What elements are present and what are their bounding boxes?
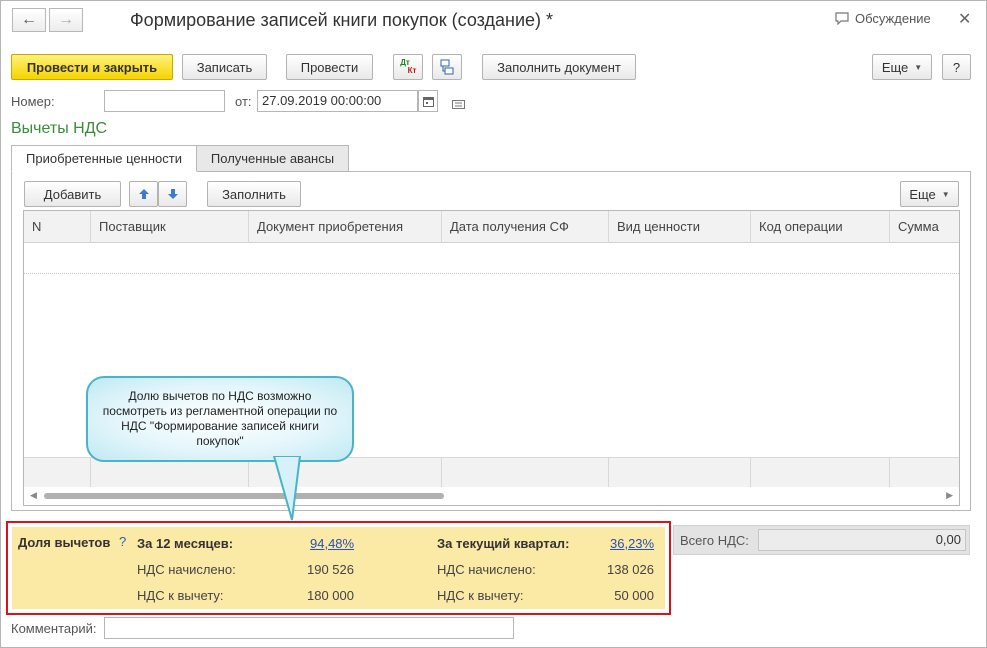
date-input[interactable]: 27.09.2019 00:00:00 bbox=[257, 90, 418, 112]
column-header-value-type[interactable]: Вид ценности bbox=[609, 211, 751, 243]
scroll-left-icon[interactable]: ◀ bbox=[30, 490, 37, 501]
arrow-left-icon: ← bbox=[21, 11, 37, 28]
scrollbar-thumb[interactable] bbox=[44, 493, 444, 499]
calendar-icon bbox=[422, 96, 434, 107]
horizontal-scrollbar[interactable]: ◀ ▶ bbox=[24, 487, 959, 505]
tab-received-advances[interactable]: Полученные авансы bbox=[196, 145, 349, 172]
accrued-12-label: НДС начислено: bbox=[137, 562, 236, 577]
footer-cell bbox=[24, 458, 91, 488]
arrow-right-icon: → bbox=[58, 11, 74, 28]
number-input[interactable] bbox=[104, 90, 225, 112]
tab-purchased-values[interactable]: Приобретенные ценности bbox=[11, 145, 197, 172]
footer-cell bbox=[751, 458, 890, 488]
close-icon: ✕ bbox=[958, 11, 972, 28]
footer-cell bbox=[442, 458, 609, 488]
calendar-button[interactable] bbox=[418, 90, 438, 112]
more-label: Еще bbox=[881, 59, 909, 75]
close-button[interactable]: ✕ bbox=[958, 9, 971, 29]
callout-pointer bbox=[272, 456, 302, 521]
column-header-sum[interactable]: Сумма bbox=[890, 211, 959, 243]
table-header: N Поставщик Документ приобретения Дата п… bbox=[24, 211, 959, 243]
arrow-down-icon bbox=[167, 189, 178, 199]
more-button[interactable]: Еще ▼ bbox=[872, 54, 932, 80]
total-vat-label: Всего НДС: bbox=[680, 533, 749, 548]
add-button[interactable]: Добавить bbox=[24, 181, 121, 207]
deduct-quarter-value: 50 000 bbox=[614, 588, 654, 603]
footer-cell bbox=[91, 458, 249, 488]
chevron-down-icon: ▼ bbox=[914, 62, 923, 72]
number-label: Номер: bbox=[11, 94, 55, 109]
save-button[interactable]: Записать bbox=[182, 54, 267, 80]
dtkt-button[interactable]: Дт Кт bbox=[393, 54, 423, 80]
vat-share-highlight: Доля вычетов ? За 12 месяцев: 94,48% НДС… bbox=[6, 521, 671, 615]
discuss-button[interactable]: Обсуждение bbox=[835, 11, 931, 26]
back-button[interactable]: ← bbox=[12, 8, 46, 32]
comment-input[interactable] bbox=[104, 617, 514, 639]
section-title: Вычеты НДС bbox=[11, 120, 108, 137]
deduct-12-value: 180 000 bbox=[307, 588, 354, 603]
speech-bubble-icon bbox=[835, 12, 849, 25]
arrow-up-icon bbox=[138, 189, 149, 199]
post-button[interactable]: Провести bbox=[286, 54, 373, 80]
quarter-percent-link[interactable]: 36,23% bbox=[610, 536, 654, 551]
accrued-quarter-label: НДС начислено: bbox=[437, 562, 536, 577]
move-up-button[interactable] bbox=[129, 181, 158, 207]
document-structure-icon bbox=[440, 59, 454, 75]
structure-button[interactable] bbox=[432, 54, 462, 80]
help-button[interactable]: ? bbox=[942, 54, 971, 80]
vat-share-panel: Доля вычетов ? За 12 месяцев: 94,48% НДС… bbox=[12, 527, 665, 609]
period12-percent-link[interactable]: 94,48% bbox=[310, 536, 354, 551]
column-header-supplier[interactable]: Поставщик bbox=[91, 211, 249, 243]
table-row[interactable] bbox=[24, 243, 959, 274]
column-header-invoice-date[interactable]: Дата получения СФ bbox=[442, 211, 609, 243]
period12-label: За 12 месяцев: bbox=[137, 536, 234, 551]
vat-share-label: Доля вычетов bbox=[18, 535, 111, 550]
table-more-label: Еще bbox=[909, 186, 936, 202]
fill-button[interactable]: Заполнить bbox=[207, 181, 301, 207]
total-vat-box: Всего НДС: 0,00 bbox=[673, 525, 970, 555]
chevron-down-icon: ▼ bbox=[941, 189, 950, 199]
deduct-quarter-label: НДС к вычету: bbox=[437, 588, 524, 603]
column-header-document[interactable]: Документ приобретения bbox=[249, 211, 442, 243]
forward-button[interactable]: → bbox=[49, 8, 83, 32]
scroll-right-icon[interactable]: ▶ bbox=[946, 490, 953, 501]
deduct-12-label: НДС к вычету: bbox=[137, 588, 224, 603]
fill-document-button[interactable]: Заполнить документ bbox=[482, 54, 636, 80]
footer-cell bbox=[609, 458, 751, 488]
accrued-quarter-value: 138 026 bbox=[607, 562, 654, 577]
comment-list-button[interactable] bbox=[452, 97, 465, 112]
comment-label: Комментарий: bbox=[11, 621, 97, 636]
discuss-label: Обсуждение bbox=[855, 11, 931, 26]
window-title: Формирование записей книги покупок (созд… bbox=[130, 10, 554, 30]
quarter-label: За текущий квартал: bbox=[437, 536, 570, 551]
column-header-n[interactable]: N bbox=[24, 211, 91, 243]
callout-bubble: Долю вычетов по НДС возможно посмотреть … bbox=[86, 376, 354, 462]
kt-icon: Кт bbox=[407, 66, 417, 75]
vat-share-help-icon[interactable]: ? bbox=[119, 534, 126, 549]
move-down-button[interactable] bbox=[158, 181, 187, 207]
table-more-button[interactable]: Еще ▼ bbox=[900, 181, 959, 207]
post-and-close-button[interactable]: Провести и закрыть bbox=[11, 54, 173, 80]
column-header-operation-code[interactable]: Код операции bbox=[751, 211, 890, 243]
accrued-12-value: 190 526 bbox=[307, 562, 354, 577]
total-vat-value: 0,00 bbox=[758, 529, 966, 551]
lines-icon bbox=[452, 100, 465, 109]
date-label: от: bbox=[235, 94, 252, 109]
